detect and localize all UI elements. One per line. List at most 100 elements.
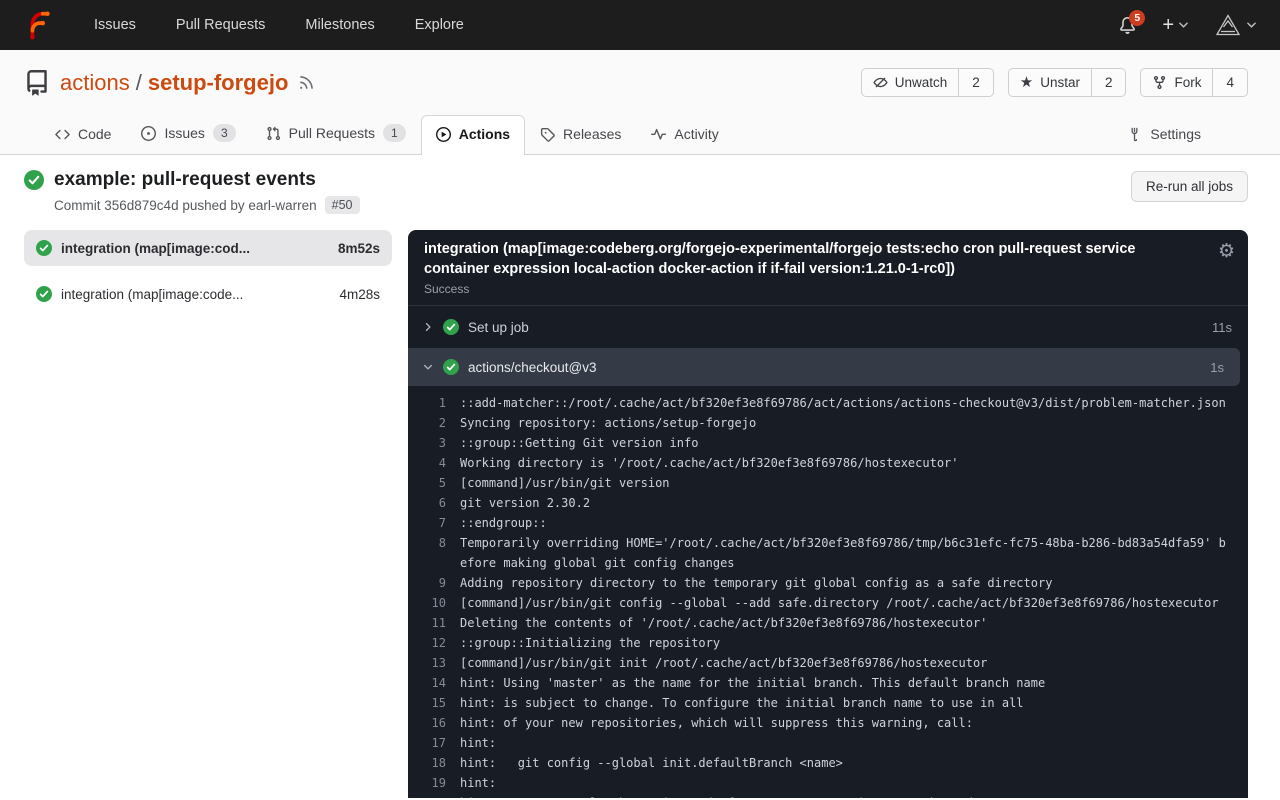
tab-label: Settings: [1150, 126, 1201, 142]
step-label: Set up job: [468, 320, 529, 335]
tab-activity[interactable]: Activity: [636, 115, 733, 154]
fork-label: Fork: [1174, 75, 1201, 90]
step-label: actions/checkout@v3: [468, 360, 597, 375]
log-line: 7::endgroup::: [424, 513, 1232, 533]
forks-count[interactable]: 4: [1212, 69, 1247, 96]
step-actions-checkout[interactable]: actions/checkout@v3 1s: [408, 348, 1240, 386]
log-line: 17hint:: [424, 733, 1232, 753]
job-log-panel: integration (map[image:codeberg.org/forg…: [408, 230, 1248, 798]
log-line: 8Temporarily overriding HOME='/root/.cac…: [424, 533, 1232, 573]
job-full-title: integration (map[image:codeberg.org/forg…: [424, 239, 1200, 279]
nav-link-milestones[interactable]: Milestones: [305, 17, 374, 33]
fork-button[interactable]: Fork 4: [1140, 68, 1248, 97]
jobs-sidebar: integration (map[image:cod... 8m52s inte…: [24, 230, 392, 312]
log-line: 19hint:: [424, 773, 1232, 793]
job-item[interactable]: integration (map[image:cod... 8m52s: [24, 230, 392, 266]
log-line: 14hint: Using 'master' as the name for t…: [424, 673, 1232, 693]
job-label: integration (map[image:cod...: [61, 241, 250, 256]
avatar: [1214, 11, 1242, 39]
star-icon: ★: [1020, 75, 1033, 90]
step-setup-job[interactable]: Set up job 11s: [408, 308, 1248, 346]
repo-header: actions / setup-forgejo Unwatch: [0, 50, 1280, 155]
job-label: integration (map[image:code...: [61, 287, 243, 302]
unstar-label: Unstar: [1040, 75, 1080, 90]
top-navbar: Issues Pull Requests Milestones Explore …: [0, 0, 1280, 50]
gear-icon[interactable]: ⚙: [1218, 242, 1235, 261]
step-success-icon: [443, 319, 459, 335]
git-pull-request-icon: [266, 126, 281, 141]
code-icon: [55, 127, 70, 142]
chevron-down-icon: [1179, 22, 1188, 28]
job-status-label: Success: [424, 282, 1200, 296]
tab-actions[interactable]: Actions: [421, 115, 525, 155]
actions-run-view: example: pull-request events Commit 356d…: [0, 155, 1280, 798]
job-success-icon: [36, 240, 52, 256]
tag-icon: [540, 127, 555, 142]
forgejo-logo-icon[interactable]: [24, 10, 54, 40]
repo-owner-link[interactable]: actions: [60, 70, 130, 96]
log-line: 2Syncing repository: actions/setup-forge…: [424, 413, 1232, 433]
job-duration: 4m28s: [339, 287, 380, 302]
notifications-button[interactable]: 5: [1119, 17, 1136, 34]
nav-link-issues[interactable]: Issues: [94, 17, 136, 33]
step-success-icon: [443, 359, 459, 375]
tab-settings[interactable]: Settings: [1112, 115, 1216, 154]
unwatch-button[interactable]: Unwatch 2: [861, 68, 994, 97]
nav-link-explore[interactable]: Explore: [415, 17, 464, 33]
step-duration: 1s: [1210, 360, 1224, 375]
log-output: 1::add-matcher::/root/.cache/act/bf320ef…: [408, 386, 1248, 798]
log-line: 16hint: of your new repositories, which …: [424, 713, 1232, 733]
tab-issues[interactable]: Issues 3: [126, 113, 250, 154]
log-line: 1::add-matcher::/root/.cache/act/bf320ef…: [424, 393, 1232, 413]
commit-line: Commit 356d879c4d pushed by earl-warren: [54, 198, 317, 213]
rerun-all-jobs-button[interactable]: Re-run all jobs: [1131, 171, 1248, 202]
tab-label: Pull Requests: [289, 125, 375, 141]
eye-slash-icon: [873, 75, 888, 90]
log-line: 3::group::Getting Git version info: [424, 433, 1232, 453]
log-line: 13[command]/usr/bin/git init /root/.cach…: [424, 653, 1232, 673]
log-line: 9Adding repository directory to the temp…: [424, 573, 1232, 593]
stars-count[interactable]: 2: [1091, 69, 1126, 96]
repo-icon: [24, 70, 50, 96]
unwatch-label: Unwatch: [895, 75, 948, 90]
play-circle-icon: [436, 127, 451, 142]
repo-tab-bar: Code Issues 3 Pull Requests 1 Actions: [24, 113, 1248, 154]
tab-label: Code: [78, 126, 111, 142]
wrench-icon: [1127, 127, 1142, 142]
repo-name-link[interactable]: setup-forgejo: [148, 70, 289, 96]
watchers-count[interactable]: 2: [958, 69, 993, 96]
log-line: 10[command]/usr/bin/git config --global …: [424, 593, 1232, 613]
run-number-badge: #50: [325, 196, 360, 214]
log-line: 18hint: git config --global init.default…: [424, 753, 1232, 773]
issue-opened-icon: [141, 126, 156, 141]
log-line: 11Deleting the contents of '/root/.cache…: [424, 613, 1232, 633]
job-success-icon: [36, 286, 52, 302]
tab-releases[interactable]: Releases: [525, 115, 636, 154]
notification-count-badge: 5: [1129, 10, 1145, 26]
log-line: 5[command]/usr/bin/git version: [424, 473, 1232, 493]
chevron-down-icon: [1247, 22, 1256, 28]
run-success-icon: [24, 170, 44, 190]
unstar-button[interactable]: ★ Unstar 2: [1008, 68, 1127, 97]
log-line: 20hint: Names commonly chosen instead of…: [424, 793, 1232, 798]
tab-pull-requests[interactable]: Pull Requests 1: [251, 113, 421, 154]
repo-separator: /: [136, 70, 142, 96]
chevron-down-icon: [422, 361, 434, 373]
job-item[interactable]: integration (map[image:code... 4m28s: [24, 276, 392, 312]
log-line: 4Working directory is '/root/.cache/act/…: [424, 453, 1232, 473]
tab-code[interactable]: Code: [40, 115, 126, 154]
nav-link-pull-requests[interactable]: Pull Requests: [176, 17, 265, 33]
tab-label: Issues: [164, 125, 204, 141]
chevron-right-icon: [422, 321, 434, 333]
plus-icon: +: [1162, 15, 1174, 35]
pulse-icon: [651, 127, 666, 142]
rss-icon[interactable]: [298, 74, 315, 91]
log-line: 12::group::Initializing the repository: [424, 633, 1232, 653]
issues-count-badge: 3: [213, 124, 236, 142]
create-new-dropdown[interactable]: +: [1162, 15, 1188, 35]
log-line: 15hint: is subject to change. To configu…: [424, 693, 1232, 713]
tab-label: Activity: [674, 126, 718, 142]
run-title: example: pull-request events: [54, 169, 316, 191]
pull-requests-count-badge: 1: [383, 124, 406, 142]
user-menu-dropdown[interactable]: [1214, 11, 1256, 39]
